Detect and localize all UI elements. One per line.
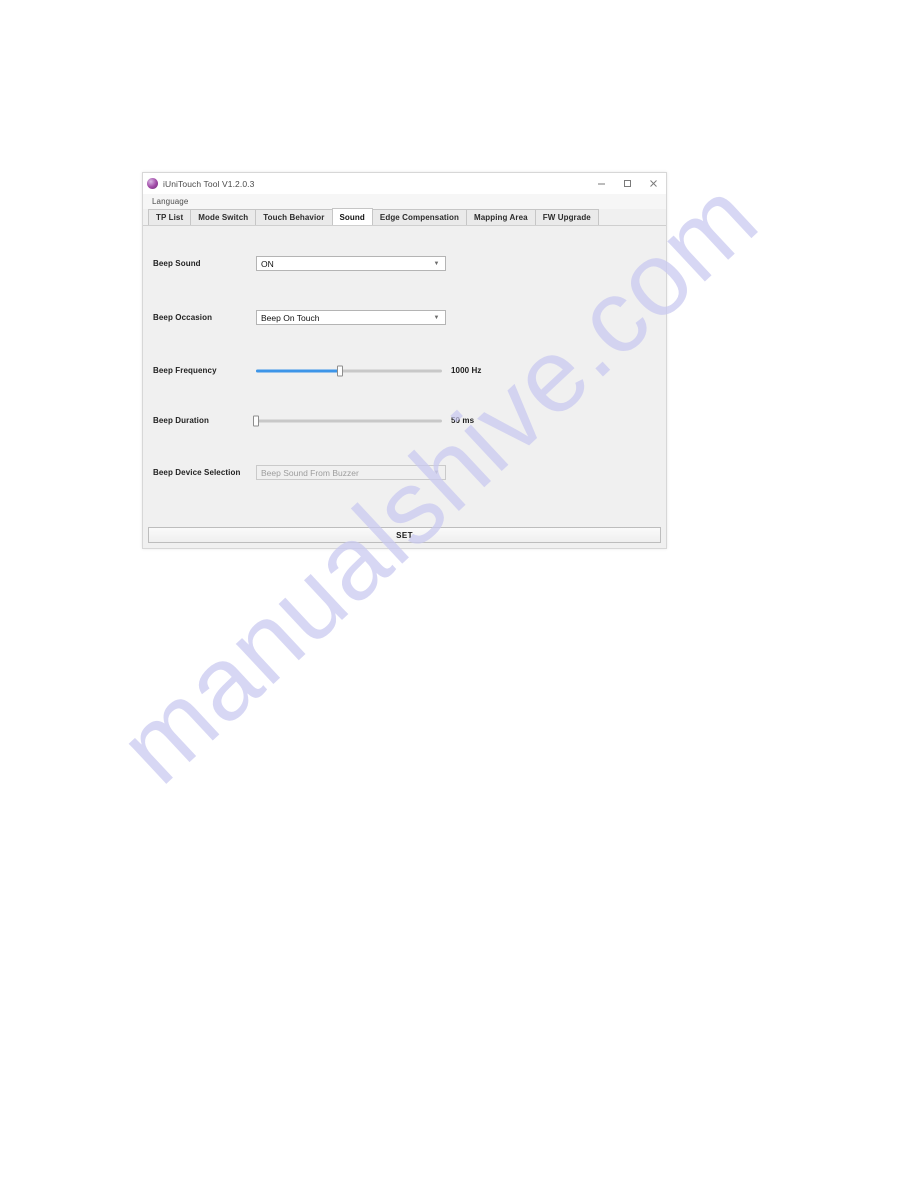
chevron-down-icon: ▼ (433, 469, 440, 476)
beep-device-selection-value: Beep Sound From Buzzer (261, 467, 359, 478)
row-beep-frequency: Beep Frequency 1000 Hz (153, 362, 656, 379)
label-beep-duration: Beep Duration (153, 416, 209, 425)
application-window: iUniTouch Tool V1.2.0.3 Language TP List… (142, 172, 667, 549)
beep-sound-value: ON (261, 258, 274, 269)
label-beep-frequency: Beep Frequency (153, 366, 217, 375)
slider-fill (256, 369, 340, 372)
tab-mode-switch[interactable]: Mode Switch (190, 209, 257, 225)
sound-settings-panel: Beep Sound ON ▼ Beep Occasion Beep On To… (143, 226, 666, 526)
beep-duration-slider[interactable] (253, 413, 442, 428)
set-button[interactable]: SET (148, 527, 661, 543)
beep-duration-value: 50 ms (451, 416, 475, 425)
tab-mapping-area[interactable]: Mapping Area (465, 209, 536, 225)
window-title: iUniTouch Tool V1.2.0.3 (163, 178, 255, 189)
row-beep-device-selection: Beep Device Selection Beep Sound From Bu… (153, 464, 656, 481)
slider-thumb[interactable] (253, 415, 259, 426)
beep-occasion-dropdown[interactable]: Beep On Touch ▼ (256, 310, 446, 325)
window-titlebar: iUniTouch Tool V1.2.0.3 (143, 173, 666, 194)
label-beep-sound: Beep Sound (153, 259, 201, 268)
beep-sound-dropdown[interactable]: ON ▼ (256, 256, 446, 271)
menu-item-language[interactable]: Language (149, 197, 191, 206)
beep-occasion-value: Beep On Touch (261, 312, 320, 323)
close-icon[interactable] (640, 173, 666, 194)
tab-edge-compensation[interactable]: Edge Compensation (371, 209, 467, 225)
tab-tp-list[interactable]: TP List (148, 209, 192, 225)
app-circle-icon (147, 178, 158, 189)
chevron-down-icon: ▼ (433, 260, 440, 267)
window-controls (588, 173, 666, 194)
window-footer: SET (143, 526, 666, 548)
window-menubar: Language (143, 194, 666, 209)
beep-frequency-slider[interactable] (256, 363, 442, 378)
label-beep-device-selection: Beep Device Selection (153, 468, 241, 477)
maximize-restore-icon[interactable] (614, 173, 640, 194)
minimize-icon[interactable] (588, 173, 614, 194)
label-beep-occasion: Beep Occasion (153, 313, 213, 322)
tab-fw-upgrade[interactable]: FW Upgrade (534, 209, 599, 225)
beep-device-selection-dropdown[interactable]: Beep Sound From Buzzer ▼ (256, 465, 446, 480)
row-beep-sound: Beep Sound ON ▼ (153, 255, 656, 272)
tab-sound[interactable]: Sound (331, 208, 373, 225)
beep-frequency-value: 1000 Hz (451, 366, 482, 375)
slider-track (256, 419, 442, 422)
slider-thumb[interactable] (336, 365, 343, 376)
tab-touch-behavior[interactable]: Touch Behavior (255, 209, 333, 225)
tab-strip: TP List Mode Switch Touch Behavior Sound… (143, 208, 666, 226)
row-beep-duration: Beep Duration 50 ms (153, 412, 656, 429)
row-beep-occasion: Beep Occasion Beep On Touch ▼ (153, 309, 656, 326)
chevron-down-icon: ▼ (433, 314, 440, 321)
